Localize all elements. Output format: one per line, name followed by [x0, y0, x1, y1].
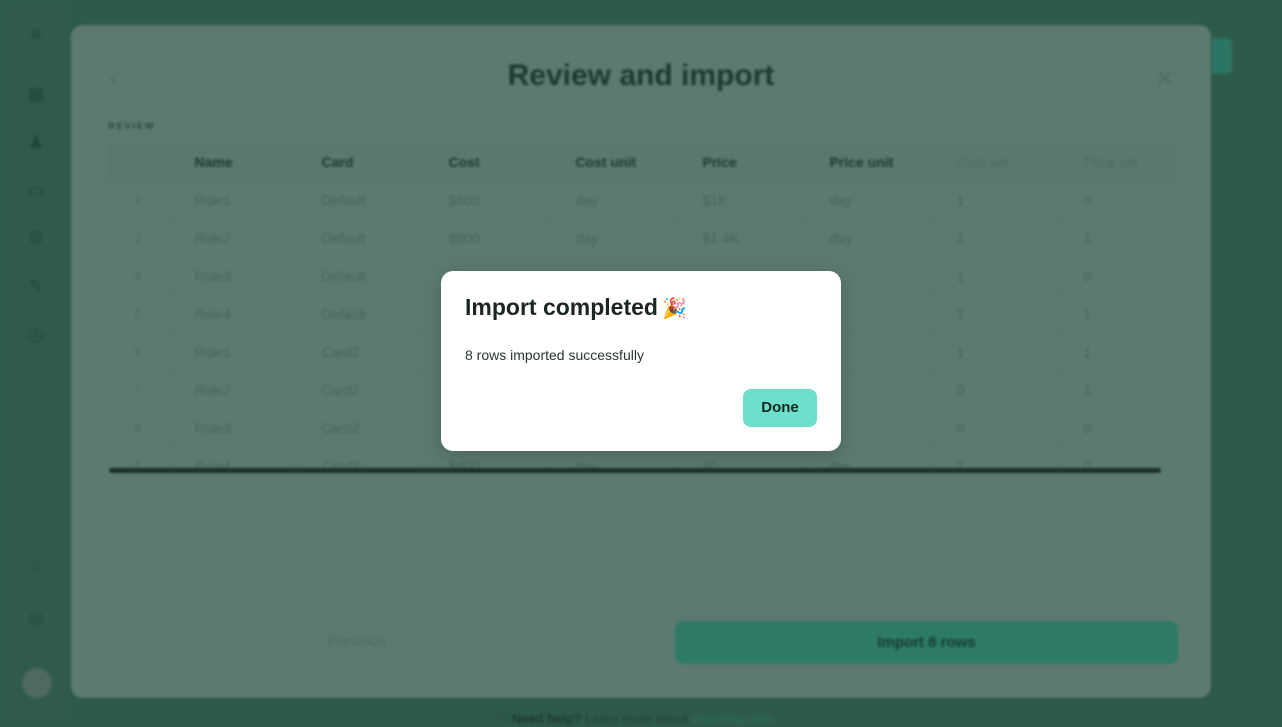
top-action-button[interactable] [1212, 38, 1232, 74]
table-cell: Role2 [169, 218, 297, 257]
previous-button[interactable]: Previous [108, 623, 605, 661]
clock-icon[interactable]: ◷ [26, 324, 46, 344]
horizontal-scrollbar[interactable] [109, 468, 1161, 473]
dialog-message: 8 rows imported successfully [465, 347, 644, 363]
row-number: 4 [107, 256, 170, 295]
table-cell: Role3 [169, 256, 297, 295]
table-cell: Role1 [169, 332, 297, 371]
help-footer: ⓘ Need help? Learn more about importing … [495, 708, 774, 727]
table-cell: 1 [931, 294, 1059, 333]
row-number: 3 [107, 218, 170, 257]
grid-icon[interactable]: ▦ [26, 84, 46, 104]
table-row: 3 Role2 Default $800 day $1.4K day 1 1 [107, 218, 1175, 257]
table-header-row: Name Card Cost Cost unit Price Price unit Cost… [107, 143, 1175, 181]
table-cell: $1.4K [677, 218, 805, 257]
dialog-title: Import completed 🎉 [465, 294, 687, 321]
column-header: Price unit [804, 143, 932, 181]
row-number: 7 [107, 370, 170, 409]
help-bold-text: Need help? [511, 711, 582, 726]
monitor-icon[interactable]: ▭ [26, 180, 46, 200]
column-header: Cost [423, 143, 551, 181]
row-number: 5 [107, 294, 170, 333]
table-cell: 1 [1058, 332, 1175, 371]
table-cell: $500 [423, 180, 551, 219]
row-number: 2 [107, 180, 170, 219]
table-cell: day [804, 218, 932, 257]
table-cell: 0 [931, 408, 1059, 447]
table-cell: 0 [1058, 408, 1175, 447]
section-label: REVIEW [108, 121, 156, 131]
left-nav-rail: ≡ ▦ ♟ ▭ ⚙ ✎ ◷ ◌ ◎ [0, 0, 72, 722]
column-header: Cost set [931, 143, 1059, 181]
import-button[interactable]: Import 8 rows [675, 621, 1178, 664]
bell-icon[interactable]: ◌ [26, 556, 46, 576]
table-cell: $1K [677, 180, 805, 219]
dialog-title-text: Import completed [465, 294, 658, 320]
table-cell: day [804, 180, 932, 219]
table-cell: Default [296, 256, 424, 295]
table-cell: Default [296, 218, 424, 257]
table-cell: Role2 [169, 370, 297, 409]
table-cell: $800 [423, 218, 551, 257]
settings-icon[interactable]: ◎ [26, 608, 46, 628]
table-cell: Role3 [169, 408, 297, 447]
column-header: Cost unit [550, 143, 678, 181]
column-header: Price [677, 143, 805, 181]
table-cell: Role1 [169, 180, 297, 219]
table-cell: Default [296, 180, 424, 219]
table-cell: 1 [1058, 294, 1175, 333]
help-icon: ⓘ [495, 711, 509, 726]
row-number: 8 [107, 408, 170, 447]
table-cell: Card2 [296, 370, 424, 409]
avatar[interactable] [22, 668, 52, 698]
gear-icon[interactable]: ⚙ [26, 228, 46, 248]
table-cell: 1 [931, 256, 1059, 295]
help-link[interactable]: importing data [692, 711, 774, 726]
help-text: Learn more about [585, 711, 688, 726]
table-cell: 1 [931, 218, 1059, 257]
table-cell: 1 [931, 180, 1059, 219]
column-header: Card [296, 143, 424, 181]
table-cell: 0 [1058, 180, 1175, 219]
table-row: 2 Role1 Default $500 day $1K day 1 0 [107, 180, 1175, 219]
table-cell: Card2 [296, 408, 424, 447]
table-cell: Default [296, 294, 424, 333]
column-header [107, 143, 170, 181]
table-cell: Role4 [169, 294, 297, 333]
party-popper-icon: 🎉 [661, 298, 687, 320]
column-header: Name [169, 143, 297, 181]
import-completed-dialog: Import completed 🎉 8 rows imported succes… [441, 271, 841, 451]
row-number: 6 [107, 332, 170, 371]
table-cell: day [550, 218, 678, 257]
table-cell: Card2 [296, 332, 424, 371]
table-cell: day [550, 180, 678, 219]
modal-title: Review and import [507, 59, 775, 92]
logo-icon[interactable]: ≡ [26, 24, 46, 44]
table-cell: 1 [931, 332, 1059, 371]
link-icon[interactable]: ✎ [26, 276, 46, 296]
done-button[interactable]: Done [743, 389, 817, 427]
table-cell: 0 [1058, 256, 1175, 295]
table-cell: 0 [931, 370, 1059, 409]
people-icon[interactable]: ♟ [26, 132, 46, 152]
table-cell: 1 [1058, 370, 1175, 409]
column-header: Price set [1058, 143, 1175, 181]
table-cell: 1 [1058, 218, 1175, 257]
